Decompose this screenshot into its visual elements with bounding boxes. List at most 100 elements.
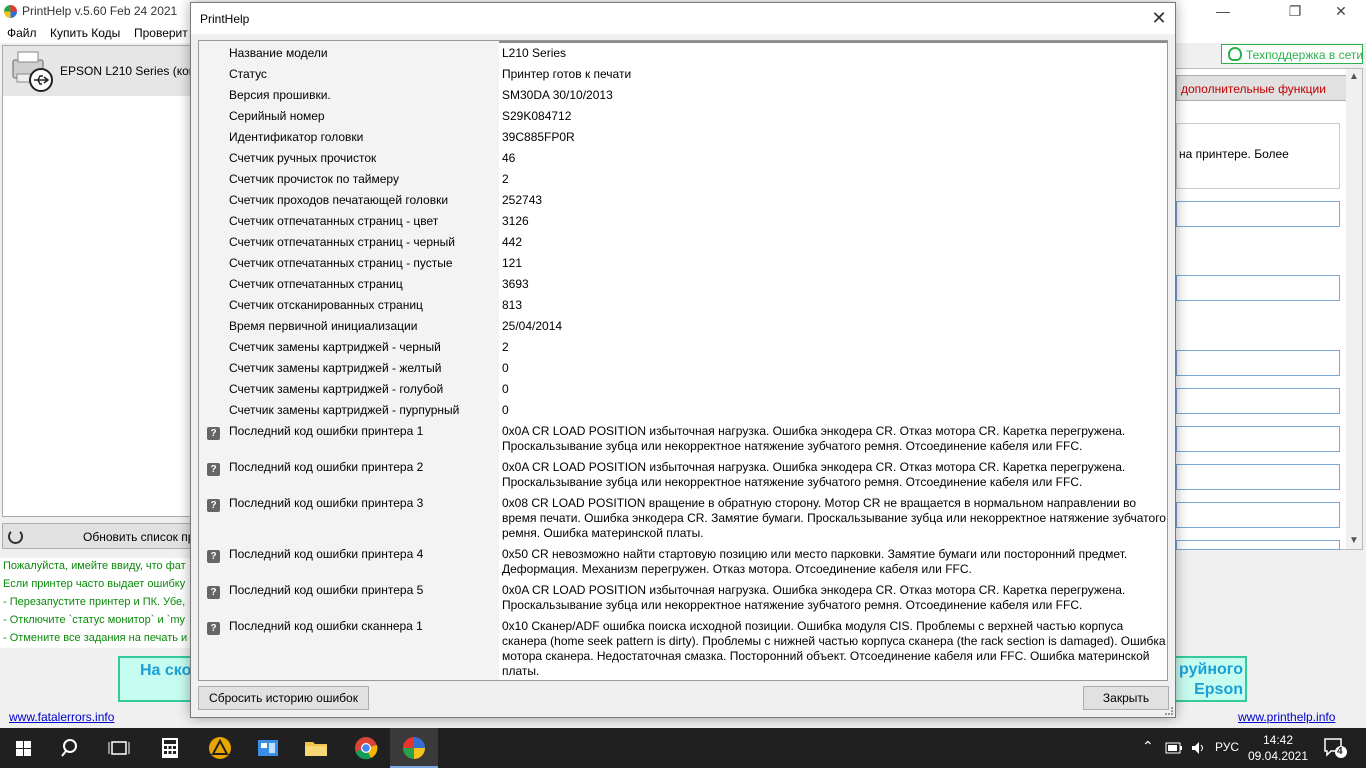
info-row-value: 813 [502,298,523,312]
volume-icon[interactable] [1191,741,1207,755]
right-field[interactable] [1176,464,1340,490]
info-row-label: Последний код ошибки принтера 5 [229,583,424,597]
promo-banner-left[interactable]: На ско [118,656,198,702]
online-support-button[interactable]: Техподдержка в сети [1221,44,1363,64]
info-row-value: L210 Series [502,46,567,60]
menu-check[interactable]: Проверит [134,26,188,40]
close-main-button[interactable]: ✕ [1318,0,1364,23]
task-view-icon [108,741,130,755]
chrome-icon [355,737,378,760]
info-row-value: 46 [502,151,516,165]
help-icon[interactable]: ? [207,463,220,476]
extra-functions-label: дополнительные функции [1181,82,1326,96]
printhelp-link[interactable]: www.printhelp.info [1238,710,1335,724]
app-logo-icon [4,5,17,18]
info-row-label: Последний код ошибки принтера 3 [229,496,424,510]
fatalerrors-link[interactable]: www.fatalerrors.info [9,710,114,724]
taskbar-chrome[interactable] [342,728,390,768]
right-panel: дополнительные функции на принтере. Боле… [1175,68,1363,550]
refresh-icon [8,529,23,544]
right-field[interactable] [1176,201,1340,227]
minimize-button[interactable]: — [1200,0,1246,23]
taskbar-search-button[interactable] [48,728,96,768]
search-icon [61,739,77,757]
info-line: Если принтер часто выдает ошибку [3,578,186,590]
info-row-value: S29K084712 [502,109,572,123]
taskbar-app-triangle[interactable] [196,728,244,768]
scroll-down-icon[interactable]: ▼ [1349,535,1359,546]
info-row-label: Идентификатор головки [229,130,364,144]
menu-file[interactable]: Файл [7,26,37,40]
clock[interactable]: 14:42 09.04.2021 [1245,732,1311,764]
help-icon[interactable]: ? [207,586,220,599]
extra-functions-button[interactable]: дополнительные функции [1176,75,1348,101]
info-row-value: 0x0A CR LOAD POSITION избыточная нагрузк… [502,424,1126,453]
info-row-label: Название модели [229,46,328,60]
menu-buy-codes[interactable]: Купить Коды [50,26,120,40]
right-field[interactable] [1176,388,1340,414]
resize-grip[interactable] [1165,707,1173,715]
language-indicator[interactable]: РУС [1215,740,1239,754]
help-icon[interactable]: ? [207,550,220,563]
printer-name: EPSON L210 Series (копи [60,64,202,78]
taskbar: ⌃ РУС 14:42 09.04.2021 4 [0,728,1366,768]
help-icon[interactable]: ? [207,427,220,440]
notification-icon [1324,738,1347,758]
app-window-icon [258,740,278,756]
taskbar-app-window[interactable] [244,728,292,768]
task-view-button[interactable] [96,728,144,768]
right-field[interactable] [1176,275,1340,301]
scroll-up-icon[interactable]: ▲ [1349,71,1359,82]
maximize-button[interactable]: ❐ [1272,0,1318,23]
right-field[interactable] [1176,426,1340,452]
printer-list-item[interactable]: EPSON L210 Series (копи [3,46,202,96]
start-button[interactable] [0,728,48,768]
info-line: - Отмените все задания на печать и [3,632,188,644]
info-row-value: 2 [502,340,509,354]
info-row-value: 0x08 CR LOAD POSITION вращение в обратну… [502,496,1166,540]
promo-banner-left-text: На ско [140,662,192,679]
info-row-label: Время первичной инициализации [229,319,418,333]
info-row-label: Счетчик отпечатанных страниц - цвет [229,214,439,228]
info-row-value: 3693 [502,277,529,291]
promo-banner-right-text: руйного Epson [1179,660,1243,700]
info-row-label: Счетчик замены картриджей - черный [229,340,441,354]
warning-triangle-icon [209,737,231,759]
battery-icon[interactable] [1165,742,1183,754]
close-dialog-button[interactable]: Закрыть [1083,686,1169,710]
info-row-label: Счетчик отпечатанных страниц - пустые [229,256,453,270]
right-panel-scrollbar[interactable]: ▲ ▼ [1346,69,1362,549]
info-panel: Пожалуйста, имейте ввиду, что фат Если п… [0,558,192,648]
printer-list: EPSON L210 Series (копи [2,45,202,517]
refresh-printer-list-button[interactable]: Обновить список пр [2,523,195,549]
folder-icon [305,742,327,756]
info-row-value: SM30DA 30/10/2013 [502,88,613,102]
right-field[interactable] [1176,350,1340,376]
taskbar-calculator[interactable] [146,728,194,768]
refresh-label: Обновить список пр [83,530,195,544]
info-row-value: 2 [502,172,509,186]
info-line: Пожалуйста, имейте ввиду, что фат [3,560,186,572]
right-field[interactable] [1176,540,1340,550]
info-row-value: 0x10 Сканер/ADF ошибка поиска исходной п… [502,619,1166,678]
reset-error-history-button[interactable]: Сбросить историю ошибок [198,686,369,710]
info-row-label: Счетчик проходов печатающей головки [229,193,449,207]
help-icon[interactable]: ? [207,622,220,635]
clock-date: 09.04.2021 [1247,749,1309,763]
online-support-label: Техподдержка в сети [1246,48,1364,62]
printer-info-table: Название модели L210 Series Статус Принтер … [198,40,1168,681]
taskbar-printhelp[interactable] [390,728,438,768]
dialog-close-icon[interactable]: ✕ [1143,3,1175,34]
promo-banner-right-line: руйного [1179,661,1243,678]
right-field[interactable] [1176,502,1340,528]
notification-center-button[interactable]: 4 [1322,736,1348,760]
help-icon[interactable]: ? [207,499,220,512]
info-row-label: Последний код ошибки принтера 1 [229,424,424,438]
info-row-value: 121 [502,256,523,270]
info-row-value: 3126 [502,214,529,228]
info-row-label: Счетчик отпечатанных страниц - черный [229,235,455,249]
tray-chevron-up-icon[interactable]: ⌃ [1142,738,1154,755]
taskbar-file-explorer[interactable] [292,728,340,768]
promo-banner-right[interactable]: руйного Epson [1168,656,1247,702]
info-row-value: 0x0A CR LOAD POSITION избыточная нагрузк… [502,460,1126,489]
